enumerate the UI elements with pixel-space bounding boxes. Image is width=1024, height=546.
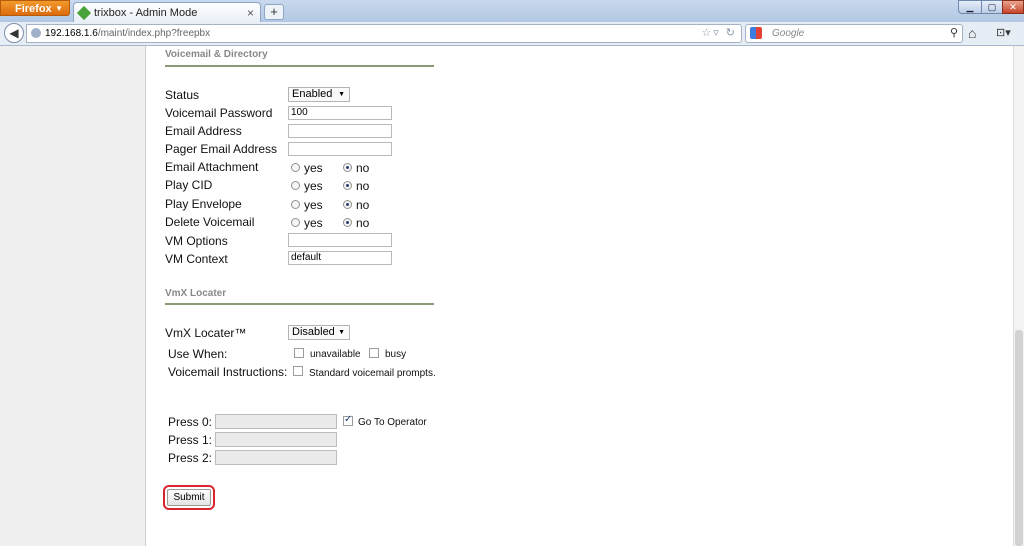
browser-tab[interactable]: trixbox - Admin Mode ×	[73, 2, 261, 23]
press-2-field[interactable]	[215, 450, 337, 465]
vm-options-field[interactable]	[288, 233, 392, 247]
close-window-button[interactable]: ✕	[1002, 0, 1024, 14]
close-tab-icon[interactable]: ×	[247, 3, 254, 23]
play-cid-yes-label: yes	[304, 179, 323, 193]
voicemail-section-heading: Voicemail & Directory	[165, 49, 268, 60]
email-attachment-no-radio[interactable]	[343, 163, 352, 172]
google-engine-icon[interactable]	[750, 27, 762, 39]
pager-email-label: Pager Email Address	[165, 142, 278, 156]
vm-context-field[interactable]: default	[288, 251, 392, 265]
unavailable-label: unavailable	[310, 349, 361, 360]
search-placeholder: Google	[772, 28, 805, 39]
left-sidebar	[0, 46, 146, 546]
play-envelope-yes-radio[interactable]	[291, 200, 300, 209]
email-attachment-no-label: no	[356, 161, 370, 175]
scrollbar-thumb[interactable]	[1015, 330, 1023, 546]
email-address-label: Email Address	[165, 124, 242, 138]
status-label: Status	[165, 88, 200, 102]
maximize-window-button[interactable]: ▢	[981, 0, 1003, 14]
firefox-menu-button[interactable]: Firefox ▼	[0, 0, 70, 16]
email-attachment-label: Email Attachment	[165, 160, 259, 174]
chevron-down-icon: ▼	[55, 4, 63, 13]
section-divider	[165, 65, 434, 67]
delete-voicemail-no-label: no	[356, 216, 370, 230]
search-icon[interactable]: ⚲	[950, 25, 958, 42]
standard-prompts-checkbox[interactable]	[293, 366, 303, 376]
email-address-field[interactable]	[288, 124, 392, 138]
search-box[interactable]: Google ⚲	[745, 24, 963, 43]
use-when-label: Use When:	[168, 347, 228, 361]
home-icon[interactable]: ⌂	[968, 25, 976, 41]
status-select[interactable]: Enabled ▼	[288, 87, 350, 102]
press-0-field[interactable]	[215, 414, 337, 429]
delete-voicemail-yes-label: yes	[304, 216, 323, 230]
press-1-field[interactable]	[215, 432, 337, 447]
main-content: Voicemail & Directory Status Enabled ▼ Vo…	[147, 46, 1013, 546]
new-tab-button[interactable]: +	[264, 4, 284, 20]
vm-options-label: VM Options	[165, 234, 228, 248]
go-to-operator-label: Go To Operator	[358, 417, 427, 428]
play-cid-yes-radio[interactable]	[291, 181, 300, 190]
play-envelope-yes-label: yes	[304, 198, 323, 212]
delete-voicemail-label: Delete Voicemail	[165, 215, 255, 229]
submit-button[interactable]: Submit	[167, 489, 211, 506]
minimize-window-button[interactable]: ▁	[958, 0, 982, 14]
play-cid-label: Play CID	[165, 178, 213, 192]
navigation-toolbar: ◀ 192.168.1.6/maint/index.php?freepbx ☆▿…	[0, 22, 1024, 46]
status-select-value: Enabled	[292, 88, 333, 100]
browser-titlebar: Firefox ▼ trixbox - Admin Mode × + ▁ ▢ ✕	[0, 0, 1024, 23]
vmx-section-heading: VmX Locater	[165, 288, 227, 299]
play-envelope-label: Play Envelope	[165, 197, 242, 211]
bookmarks-menu-icon[interactable]: ⊡▾	[996, 26, 1011, 39]
vmx-locater-label: VmX Locater™	[165, 326, 247, 340]
play-cid-no-label: no	[356, 179, 370, 193]
bookmark-reload-icons[interactable]: ☆▿ ↻	[701, 25, 737, 42]
back-button[interactable]: ◀	[4, 23, 24, 43]
play-cid-no-radio[interactable]	[343, 181, 352, 190]
unavailable-checkbox[interactable]	[294, 348, 304, 358]
pager-email-field[interactable]	[288, 142, 392, 156]
play-envelope-no-label: no	[356, 198, 370, 212]
press-2-label: Press 2:	[168, 451, 213, 465]
vm-context-label: VM Context	[165, 252, 228, 266]
site-identity-icon[interactable]	[31, 28, 41, 38]
delete-voicemail-no-radio[interactable]	[343, 218, 352, 227]
go-to-operator-checkbox[interactable]	[343, 414, 353, 426]
vmx-locater-select-value: Disabled	[292, 326, 335, 338]
busy-checkbox[interactable]	[369, 348, 379, 358]
chevron-down-icon: ▼	[338, 91, 345, 98]
firefox-menu-label: Firefox	[15, 3, 52, 15]
voicemail-password-label: Voicemail Password	[165, 106, 273, 120]
section-divider	[165, 303, 434, 305]
chevron-down-icon: ▼	[338, 329, 345, 336]
url-path: /maint/index.php?freepbx	[97, 28, 211, 39]
play-envelope-no-radio[interactable]	[343, 200, 352, 209]
delete-voicemail-yes-radio[interactable]	[291, 218, 300, 227]
press-1-label: Press 1:	[168, 433, 213, 447]
press-0-label: Press 0:	[168, 415, 213, 429]
email-attachment-yes-label: yes	[304, 161, 323, 175]
trixbox-favicon-icon	[76, 5, 92, 21]
standard-prompts-label: Standard voicemail prompts.	[309, 368, 436, 379]
vmx-locater-select[interactable]: Disabled ▼	[288, 325, 350, 340]
email-attachment-yes-radio[interactable]	[291, 163, 300, 172]
url-host: 192.168.1.6	[45, 28, 98, 39]
voicemail-password-field[interactable]: 100	[288, 106, 392, 120]
tab-title: trixbox - Admin Mode	[94, 7, 198, 19]
busy-label: busy	[385, 349, 407, 360]
voicemail-instructions-label: Voicemail Instructions:	[168, 365, 288, 379]
address-bar[interactable]: 192.168.1.6/maint/index.php?freepbx ☆▿ ↻	[26, 24, 742, 43]
